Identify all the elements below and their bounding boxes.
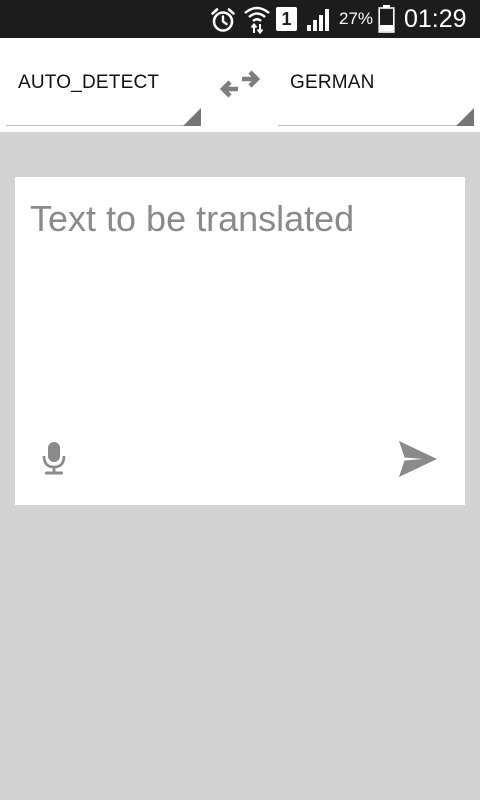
target-language-spinner[interactable]: GERMAN: [278, 56, 474, 126]
microphone-icon: [42, 442, 66, 475]
source-spinner-underline: [6, 125, 201, 126]
sim-slot-label: 1: [281, 9, 292, 29]
swap-languages-button[interactable]: [219, 67, 261, 101]
source-language-spinner[interactable]: AUTO_DETECT: [6, 56, 201, 126]
battery-percent: 27%: [339, 9, 374, 28]
voice-input-button[interactable]: [39, 439, 69, 479]
sim-icon: 1: [276, 7, 297, 31]
send-icon: [399, 441, 437, 477]
language-bar: AUTO_DETECT GERMAN: [0, 38, 480, 132]
clock: 01:29: [404, 5, 467, 33]
alarm-icon: [211, 8, 235, 32]
text-to-translate-input[interactable]: [30, 195, 450, 405]
target-language-label: GERMAN: [290, 72, 375, 93]
signal-icon: [307, 9, 329, 31]
target-spinner-underline: [278, 125, 474, 126]
swap-arrows-icon: [219, 70, 261, 98]
battery-icon: [378, 5, 395, 33]
translate-send-button[interactable]: [397, 439, 439, 479]
status-bar: 1 27% 01:29: [0, 0, 480, 38]
translation-input-card: [15, 177, 465, 505]
dropdown-corner-icon: [183, 108, 201, 126]
wifi-icon: [244, 6, 270, 34]
source-language-label: AUTO_DETECT: [18, 72, 160, 93]
dropdown-corner-icon: [456, 108, 474, 126]
